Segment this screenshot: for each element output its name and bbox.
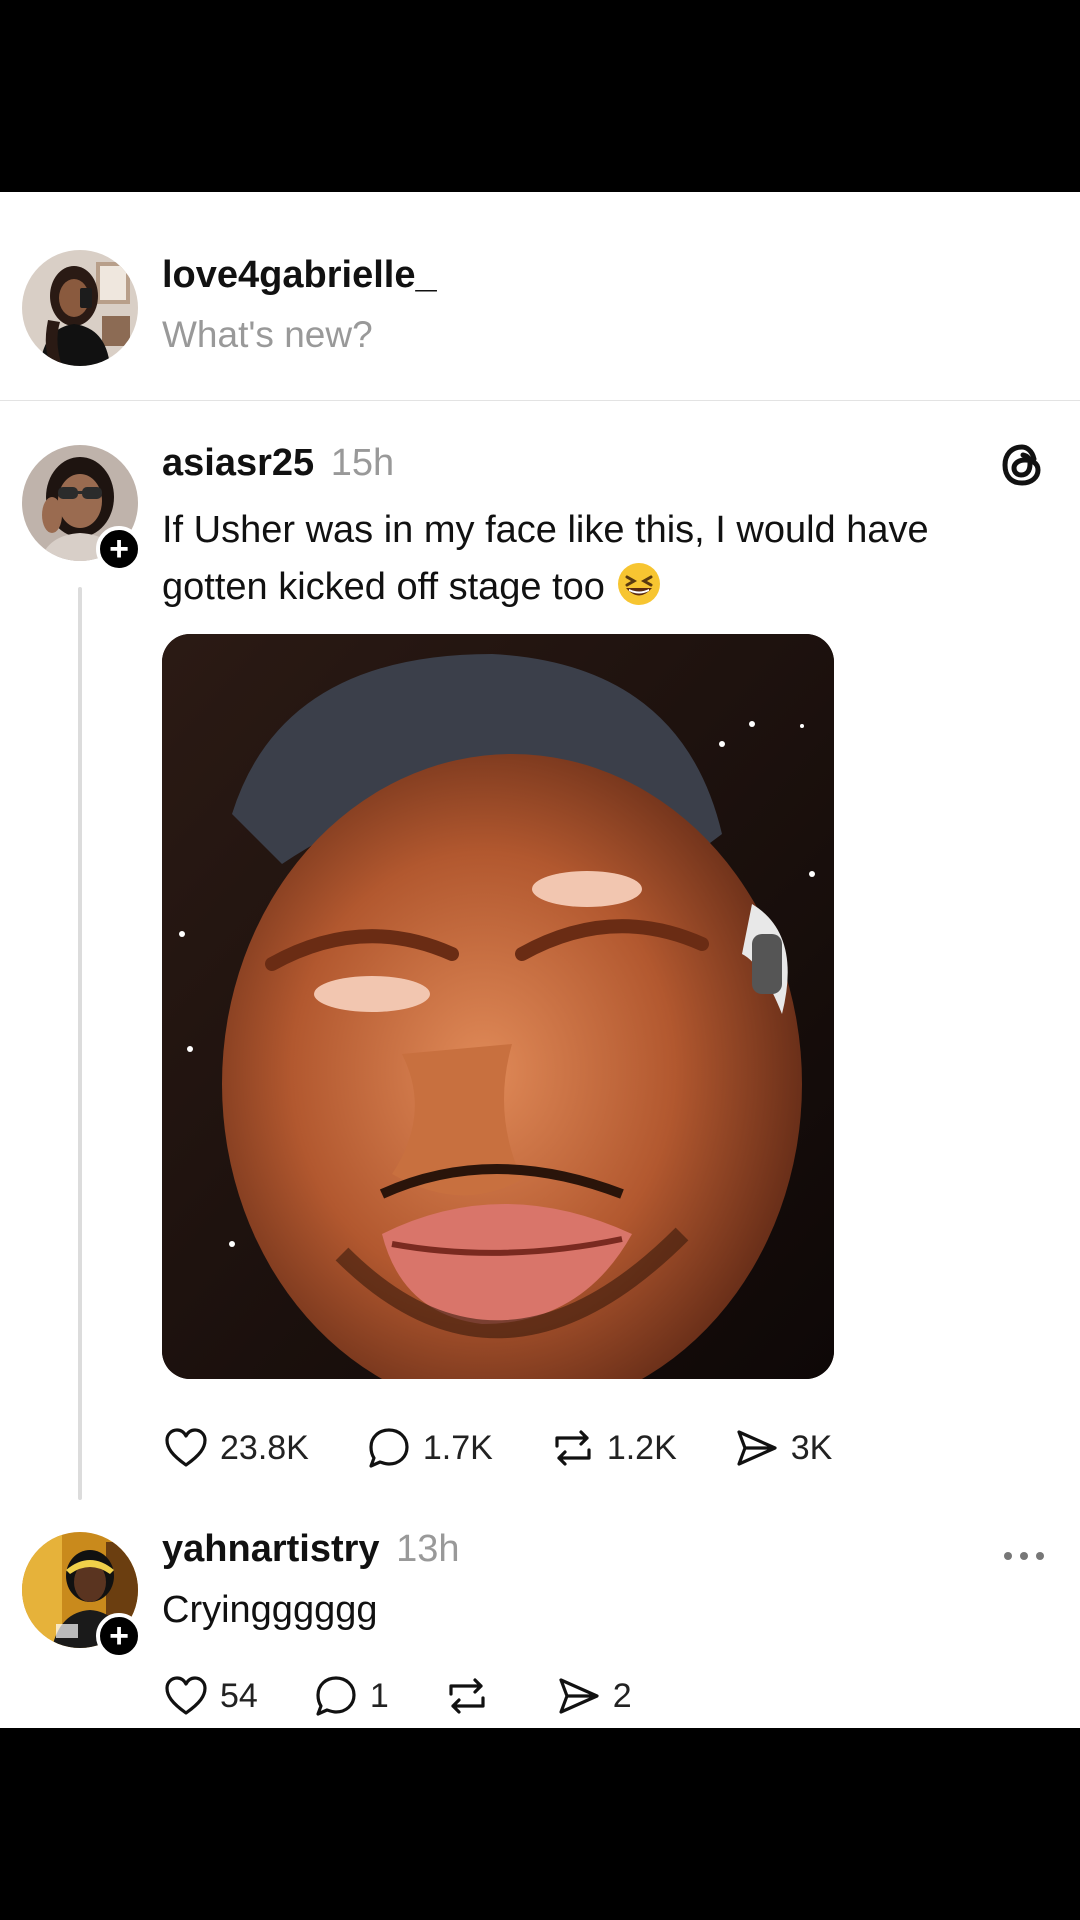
- send-icon: [737, 1430, 777, 1466]
- follow-plus-button[interactable]: +: [96, 526, 142, 572]
- reply-count: 1: [369, 1676, 389, 1715]
- share-button[interactable]: 2: [555, 1672, 632, 1720]
- repost-icon: [449, 1678, 485, 1714]
- laughing-emoji-icon: [616, 561, 662, 607]
- repost-button[interactable]: 1.2K: [549, 1424, 677, 1472]
- like-button[interactable]: 23.8K: [162, 1424, 309, 1472]
- reply-timestamp: 13h: [396, 1528, 460, 1570]
- repost-icon: [555, 1430, 591, 1466]
- status-bar: [0, 0, 1080, 192]
- threads-feed: love4gabrielle_ What's new? + asiasr25 1…: [0, 192, 1080, 1728]
- heart-icon: [165, 1676, 207, 1715]
- reply-action-bar: 54 1 2: [162, 1666, 686, 1726]
- comment-icon: [316, 1676, 356, 1716]
- composer-username: love4gabrielle_: [162, 254, 437, 296]
- reply-button[interactable]: 1.7K: [365, 1424, 493, 1472]
- repost-count: 1.2K: [606, 1428, 677, 1467]
- composer-prompt[interactable]: What's new?: [162, 314, 373, 356]
- reply-header: yahnartistry 13h: [162, 1528, 460, 1571]
- send-icon: [559, 1678, 599, 1714]
- post-media-video[interactable]: 3 +: [162, 634, 834, 1379]
- more-options-icon[interactable]: [1000, 1544, 1048, 1568]
- like-count: 23.8K: [220, 1428, 309, 1467]
- like-button[interactable]: 54: [162, 1672, 258, 1720]
- share-button[interactable]: 3K: [733, 1424, 833, 1472]
- thread-line: [78, 587, 82, 1500]
- like-count: 54: [220, 1676, 258, 1715]
- follow-plus-button[interactable]: +: [96, 1613, 142, 1659]
- post-action-bar: 23.8K 1.7K 1.2K 3K: [162, 1418, 888, 1478]
- share-count: 2: [612, 1676, 632, 1715]
- post-body: If Usher was in my face like this, I wou…: [162, 509, 929, 608]
- post-header: asiasr25 15h: [162, 442, 394, 485]
- bottom-bar: [0, 1728, 1080, 1920]
- post-username[interactable]: asiasr25: [162, 442, 314, 484]
- comment-icon: [369, 1428, 409, 1468]
- reply-count: 1.7K: [422, 1428, 493, 1467]
- post-text: If Usher was in my face like this, I wou…: [162, 502, 1022, 616]
- repost-button[interactable]: [443, 1672, 501, 1720]
- heart-icon: [165, 1428, 207, 1467]
- reply-username[interactable]: yahnartistry: [162, 1528, 380, 1570]
- reply-body: Cryingggggg: [162, 1589, 378, 1631]
- post-timestamp: 15h: [330, 442, 395, 484]
- divider: [0, 400, 1080, 401]
- share-count: 3K: [790, 1428, 833, 1467]
- composer-avatar[interactable]: [22, 250, 138, 366]
- reply-button[interactable]: 1: [312, 1672, 389, 1720]
- threads-logo-icon: [1002, 444, 1041, 486]
